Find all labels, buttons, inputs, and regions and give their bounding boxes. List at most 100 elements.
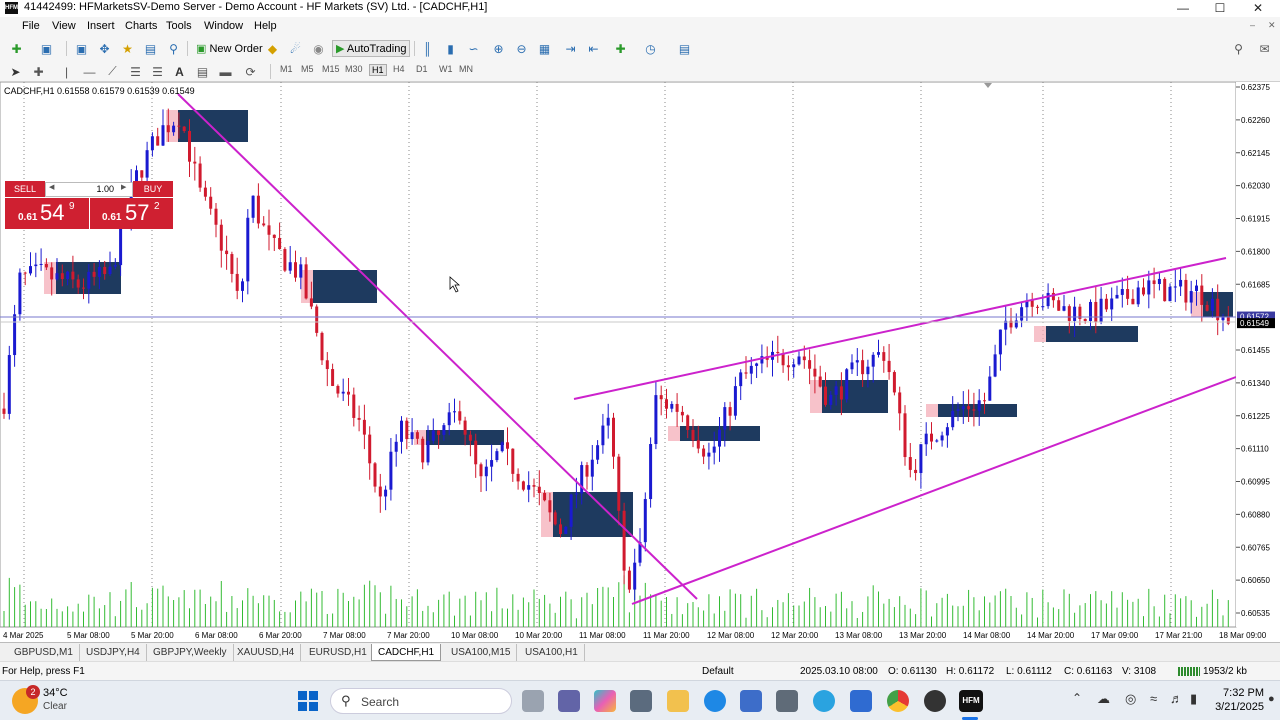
tab-cadchf-h1[interactable]: CADCHF,H1 — [371, 644, 442, 661]
chart-window[interactable]: 0.62375 0.62260 0.62145 0.62030 0.61915 0.618… — [0, 82, 1280, 642]
autotrading-button[interactable]: ▶ AutoTrading — [332, 40, 411, 57]
copilot-icon[interactable] — [594, 690, 616, 712]
indicators-icon[interactable]: ✚ — [612, 40, 629, 57]
weather-temp[interactable]: 34°C — [43, 687, 68, 699]
text-tool-icon[interactable]: A — [171, 63, 188, 80]
metaeditor-icon[interactable]: ◆ — [264, 40, 281, 57]
wifi-icon[interactable]: ≈ — [1150, 691, 1157, 706]
start-button[interactable] — [297, 690, 319, 712]
sell-price-box[interactable]: 0.61 54 9 — [5, 198, 89, 229]
teams-icon[interactable] — [558, 690, 580, 712]
autoscroll-icon[interactable]: ⇤ — [585, 40, 602, 57]
signals-icon[interactable]: ☄ — [287, 40, 304, 57]
tab-gbpusd-m1[interactable]: GBPUSD,M1 — [8, 644, 80, 661]
mic-icon[interactable]: ◎ — [1125, 691, 1136, 707]
zoom-in-icon[interactable]: ⊕ — [490, 40, 507, 57]
horizontal-line-icon[interactable]: — — [81, 63, 98, 80]
vertical-line-icon[interactable]: | — [58, 63, 75, 80]
file-explorer-icon[interactable] — [667, 690, 689, 712]
menu-insert[interactable]: Insert — [87, 20, 115, 32]
chart-shift-icon[interactable]: ⇥ — [562, 40, 579, 57]
new-order-button[interactable]: ▣ New Order — [192, 40, 267, 57]
clock-date[interactable]: 3/21/2025 — [1204, 701, 1264, 713]
tab-eurusd-h1[interactable]: EURUSD,H1 — [303, 644, 374, 661]
clock-time[interactable]: 7:32 PM — [1212, 687, 1264, 699]
tab-usa100-m15[interactable]: USA100,M15 — [445, 644, 518, 661]
tf-m1[interactable]: M1 — [280, 64, 293, 74]
volume-icon[interactable]: ♬ — [1170, 691, 1183, 706]
trendline-icon[interactable]: ⟋ — [104, 63, 121, 80]
weather-text[interactable]: Clear — [43, 701, 67, 712]
tab-usa100-h1[interactable]: USA100,H1 — [519, 644, 585, 661]
rectangle-icon[interactable]: ▬ — [217, 63, 234, 80]
battery-icon[interactable]: ▮ — [1190, 691, 1197, 707]
lot-up-icon[interactable]: ▶ — [121, 183, 126, 191]
profiles-icon[interactable]: ▣ — [38, 40, 55, 57]
lot-down-icon[interactable]: ◀ — [49, 183, 54, 191]
arrows-icon[interactable]: ⟳ — [242, 63, 259, 80]
tf-m15[interactable]: M15 — [322, 64, 340, 74]
tf-h4[interactable]: H4 — [393, 64, 405, 74]
chrome-icon[interactable] — [887, 690, 909, 712]
tf-mn[interactable]: MN — [459, 64, 473, 74]
new-chart-icon[interactable]: ✚ — [8, 40, 25, 57]
equidistant-channel-icon[interactable]: ☰ — [127, 63, 144, 80]
mdi-close-icon[interactable]: ✕ — [1268, 20, 1276, 31]
menu-tools[interactable]: Tools — [166, 20, 192, 32]
price-chart[interactable]: 0.62375 0.62260 0.62145 0.62030 0.61915 0.618… — [0, 82, 1280, 642]
buy-price-box[interactable]: 0.61 57 2 — [89, 198, 173, 229]
cursor-icon[interactable]: ➤ — [7, 63, 24, 80]
tf-m30[interactable]: M30 — [345, 64, 363, 74]
tf-d1[interactable]: D1 — [416, 64, 428, 74]
tab-gbpjpy-weekly[interactable]: GBPJPY,Weekly — [147, 644, 234, 661]
tf-m5[interactable]: M5 — [301, 64, 314, 74]
onedrive-icon[interactable]: ☁ — [1097, 691, 1110, 707]
market-watch-icon[interactable]: ▣ — [73, 40, 90, 57]
menu-charts[interactable]: Charts — [125, 20, 157, 32]
text-label-icon[interactable]: ▤ — [194, 63, 211, 80]
zoom-out-icon[interactable]: ⊖ — [513, 40, 530, 57]
tab-xauusd-h4[interactable]: XAUUSD,H4 — [231, 644, 302, 661]
terminal-icon[interactable]: ▤ — [142, 40, 159, 57]
candlestick-icon[interactable]: ▮ — [442, 40, 459, 57]
task-view-icon[interactable] — [522, 690, 544, 712]
menu-view[interactable]: View — [52, 20, 76, 32]
menu-help[interactable]: Help — [254, 20, 277, 32]
crosshair-icon[interactable]: ✚ — [30, 63, 47, 80]
store-icon[interactable] — [740, 690, 762, 712]
buy-button[interactable]: BUY — [133, 181, 173, 197]
menu-window[interactable]: Window — [204, 20, 243, 32]
tab-usdjpy-h4[interactable]: USDJPY,H4 — [80, 644, 147, 661]
snipping-tool-icon[interactable] — [630, 690, 652, 712]
minimize-button[interactable]: — — [1165, 0, 1201, 17]
close-button[interactable]: ✕ — [1240, 0, 1276, 17]
bar-chart-icon[interactable]: ║ — [419, 40, 436, 57]
lot-size-input[interactable]: 1.00 — [45, 182, 133, 197]
search-icon[interactable]: ⚲ — [1230, 40, 1247, 57]
fibonacci-icon[interactable]: ☰ — [149, 63, 166, 80]
tf-w1[interactable]: W1 — [439, 64, 453, 74]
mdi-minimize-icon[interactable]: – — [1250, 20, 1255, 30]
data-window-icon[interactable]: ★ — [119, 40, 136, 57]
sell-button[interactable]: SELL — [5, 181, 45, 197]
menu-file[interactable]: File — [22, 20, 40, 32]
periods-icon[interactable]: ◷ — [642, 40, 659, 57]
maximize-button[interactable]: ☐ — [1202, 0, 1238, 17]
recorder-icon[interactable] — [924, 690, 946, 712]
telegram-icon[interactable] — [813, 690, 835, 712]
notepad-icon[interactable] — [850, 690, 872, 712]
chat-icon[interactable]: ✉ — [1256, 40, 1273, 57]
calculator-icon[interactable] — [776, 690, 798, 712]
notification-bell-icon[interactable]: ● — [1268, 693, 1275, 705]
navigator-icon[interactable]: ✥ — [96, 40, 113, 57]
hfm-app-icon[interactable]: HFM — [959, 690, 983, 712]
tile-windows-icon[interactable]: ▦ — [536, 40, 553, 57]
edge-icon[interactable] — [704, 690, 726, 712]
market-icon[interactable]: ◉ — [310, 40, 327, 57]
tf-h1[interactable]: H1 — [369, 64, 387, 76]
line-chart-icon[interactable]: ∽ — [465, 40, 482, 57]
strategy-tester-icon[interactable]: ⚲ — [165, 40, 182, 57]
tray-chevron-icon[interactable]: ⌃ — [1072, 691, 1082, 705]
templates-icon[interactable]: ▤ — [676, 40, 693, 57]
taskbar-search-box[interactable]: ⚲ Search — [330, 688, 512, 714]
